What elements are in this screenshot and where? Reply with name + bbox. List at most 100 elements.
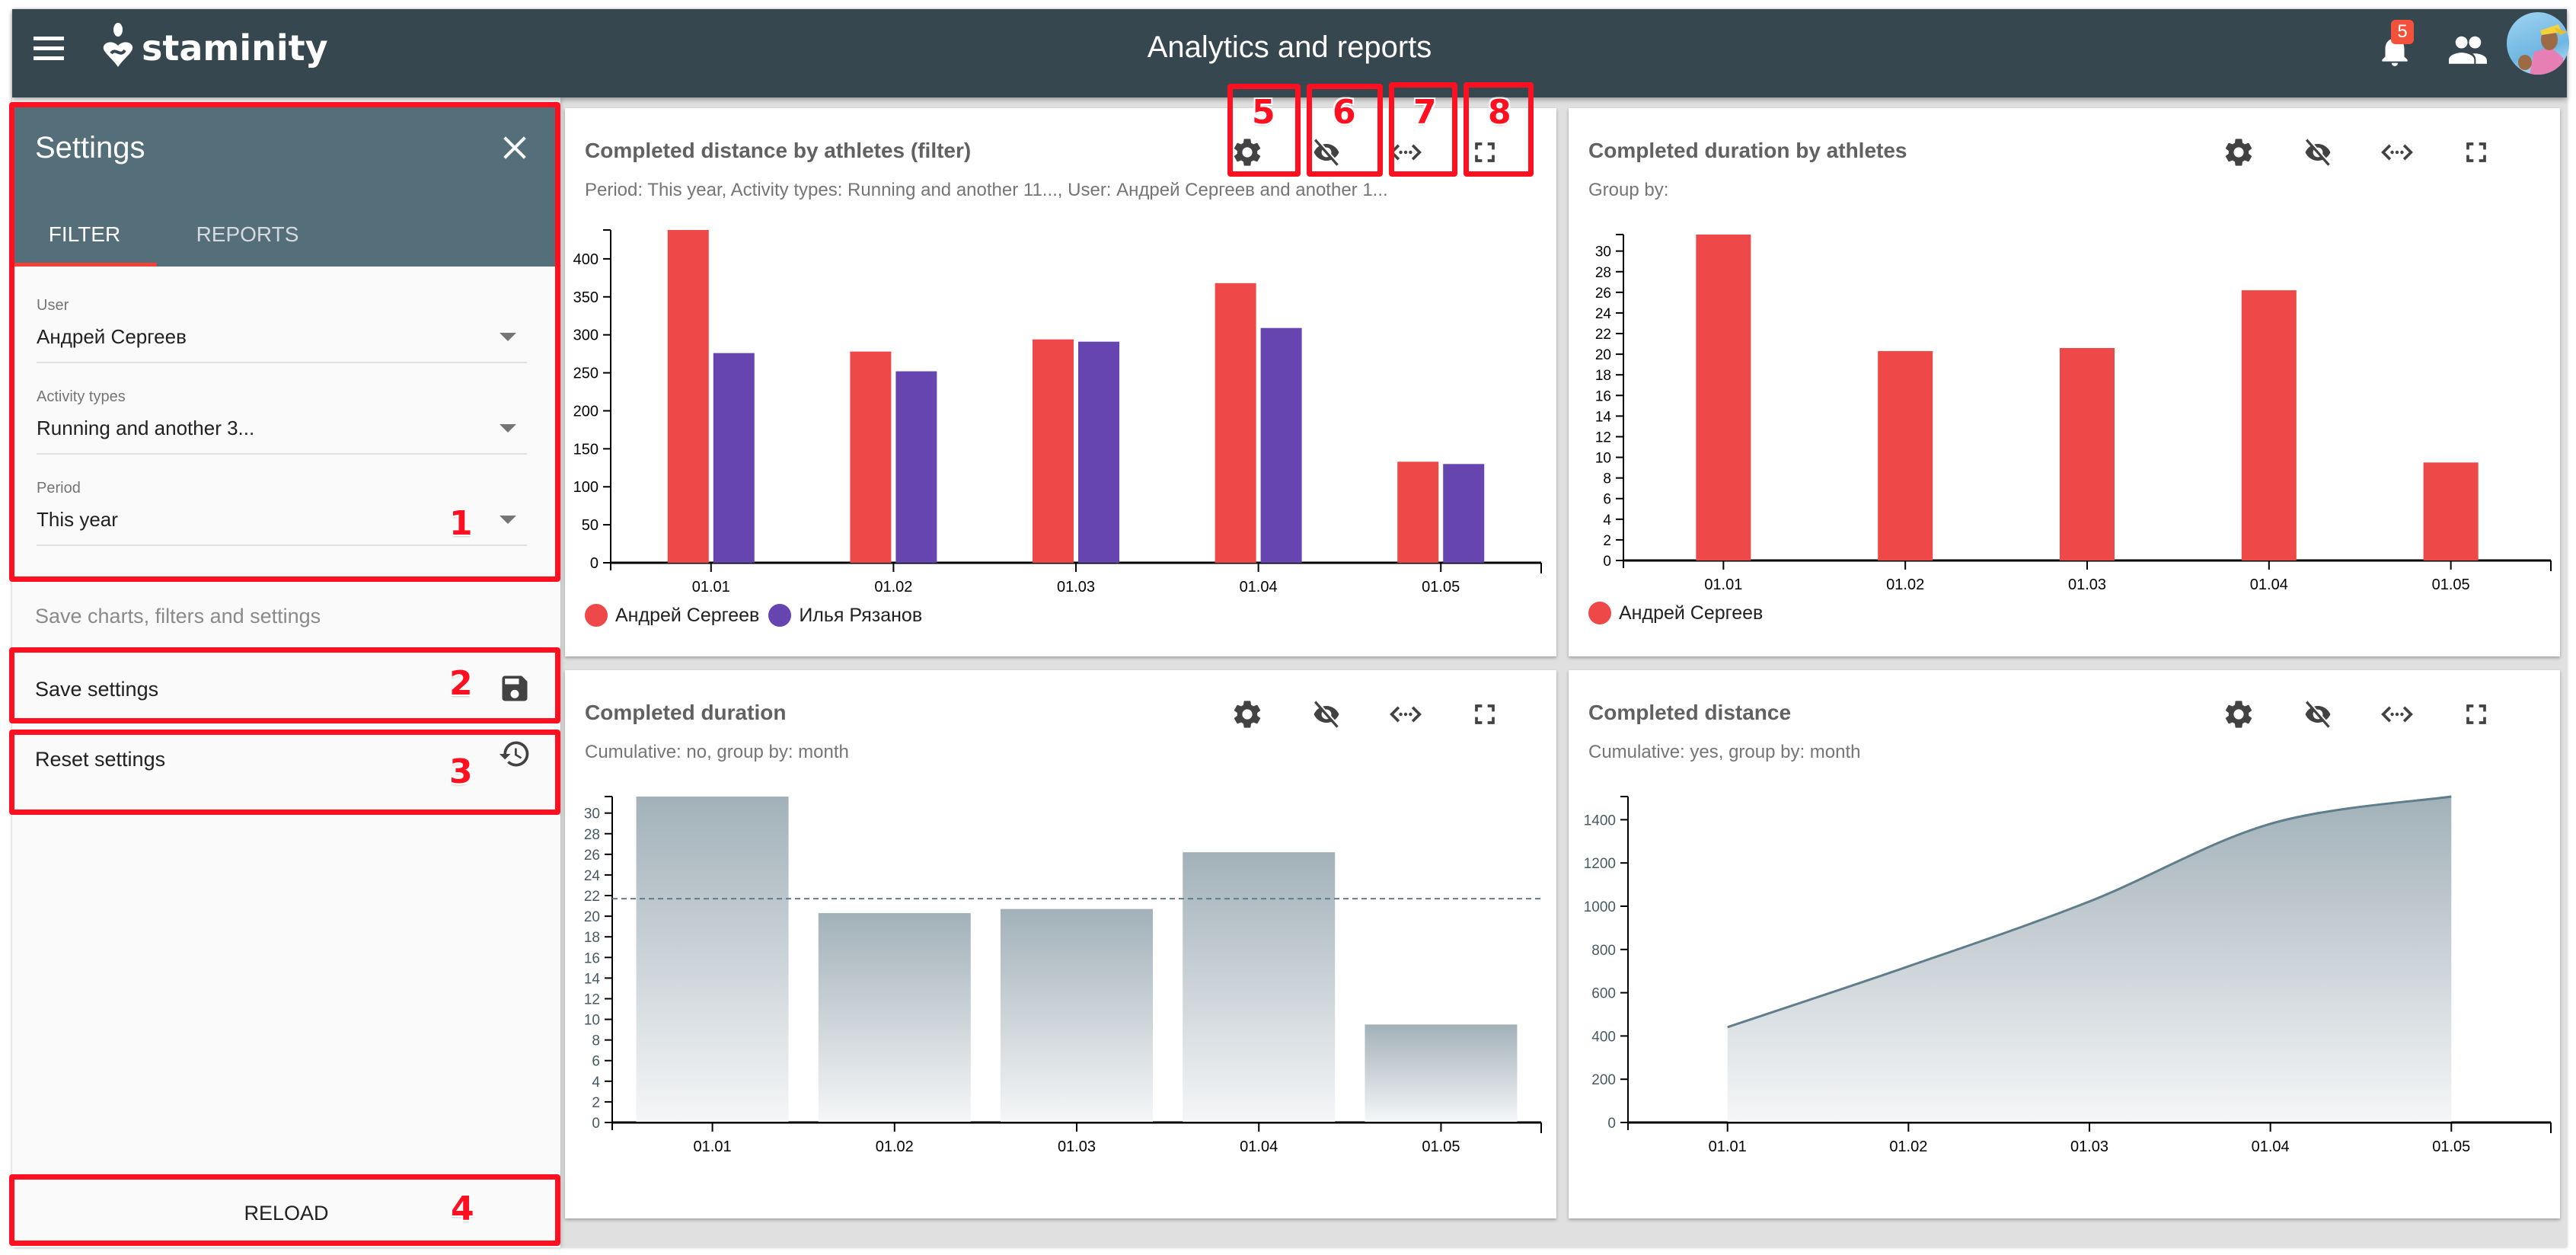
bar-01.01[interactable]: [636, 797, 789, 1122]
y-tick-label: 16: [584, 950, 600, 966]
y-tick-label: 24: [584, 868, 601, 884]
bar-01.05[interactable]: [1365, 1024, 1518, 1122]
bar-Андрей Сергеев-01.03[interactable]: [2060, 347, 2115, 560]
legend-item[interactable]: Андрей Сергеев: [1588, 602, 1763, 624]
bar-Илья Рязанов-01.05[interactable]: [1443, 464, 1485, 563]
y-tick-label: 26: [584, 848, 600, 864]
y-tick-label: 14: [1595, 409, 1612, 425]
bar-Андрей Сергеев-01.04[interactable]: [1215, 283, 1256, 563]
top-bar: staminity Analytics and reports 5: [12, 9, 2569, 97]
x-tick-label: 01.03: [2068, 576, 2106, 593]
page-title: Analytics and reports: [1147, 30, 1432, 64]
close-icon[interactable]: [500, 133, 530, 163]
bar-Андрей Сергеев-01.05[interactable]: [1397, 461, 1439, 563]
bar-Илья Рязанов-01.02[interactable]: [895, 371, 937, 563]
legend-item[interactable]: Андрей Сергеев: [585, 604, 759, 627]
x-tick-label: 01.01: [1709, 1138, 1747, 1155]
reload-button[interactable]: RELOAD: [12, 1179, 560, 1247]
y-tick-label: 28: [584, 827, 600, 843]
x-tick-label: 01.01: [694, 1138, 732, 1155]
save-icon: [502, 675, 528, 701]
y-tick-label: 10: [1595, 451, 1611, 467]
x-tick-label: 01.05: [1422, 579, 1460, 596]
annotation-label-4: 4: [451, 1190, 474, 1228]
y-tick-label: 12: [1595, 430, 1611, 445]
bar-Андрей Сергеев-01.02[interactable]: [1878, 351, 1933, 560]
chart-card-completed-distance: Completed distance Cumulative: yes, group…: [1569, 670, 2560, 1218]
avatar-image: [2518, 24, 2568, 75]
data-point-01.02[interactable]: [1905, 963, 1911, 969]
y-tick-label: 400: [573, 251, 599, 268]
activity-types-field: Activity types Running and another 3...: [37, 388, 527, 455]
x-tick-label: 01.02: [874, 579, 912, 596]
chart-card-completed-duration: Completed duration Cumulative: no, group …: [565, 670, 1556, 1218]
avatar[interactable]: [2507, 12, 2569, 75]
bar-Андрей Сергеев-01.02[interactable]: [850, 351, 892, 563]
y-tick-label: 0: [590, 555, 599, 572]
annotation-label-3: 3: [449, 752, 473, 791]
bar-01.04[interactable]: [1183, 852, 1336, 1122]
settings-panel: Settings FILTER REPORTS User Андрей Серг…: [12, 97, 560, 1247]
reset-settings-button[interactable]: Reset settings: [12, 730, 560, 806]
bar-Илья Рязанов-01.04[interactable]: [1260, 327, 1302, 563]
bar-Андрей Сергеев-01.05[interactable]: [2423, 462, 2479, 560]
y-tick-label: 20: [584, 909, 600, 925]
data-point-01.04[interactable]: [2268, 821, 2274, 827]
bar-Андрей Сергеев-01.04[interactable]: [2241, 290, 2297, 560]
legend-item[interactable]: Илья Рязанов: [768, 604, 922, 627]
history-icon: [499, 741, 529, 767]
bar-Илья Рязанов-01.01[interactable]: [713, 353, 755, 563]
x-tick-label: 01.04: [2250, 576, 2288, 593]
y-tick-label: 22: [584, 889, 600, 905]
x-tick-label: 01.03: [2070, 1138, 2108, 1155]
tab-reports[interactable]: REPORTS: [175, 203, 320, 267]
y-tick-label: 2: [1603, 533, 1611, 549]
tab-filter[interactable]: FILTER: [12, 203, 157, 267]
y-tick-label: 20: [1595, 347, 1611, 363]
y-tick-label: 4: [1603, 513, 1611, 529]
bar-Андрей Сергеев-01.01[interactable]: [667, 230, 709, 563]
chart-card-duration-by-athletes: Completed duration by athletes Group by: 0…: [1569, 108, 2560, 656]
x-tick-label: 01.02: [1889, 1138, 1927, 1155]
bar-Андрей Сергеев-01.01[interactable]: [1696, 235, 1751, 560]
annotation-label-6: 6: [1333, 93, 1356, 132]
save-settings-button[interactable]: Save settings: [12, 655, 560, 723]
x-tick-label: 01.02: [1886, 576, 1924, 593]
annotation-label-1: 1: [449, 504, 473, 543]
period-label: Period: [37, 480, 81, 497]
y-tick-label: 6: [1603, 492, 1611, 508]
y-tick-label: 14: [584, 971, 601, 987]
y-tick-label: 600: [1591, 986, 1616, 1002]
x-tick-label: 01.04: [1240, 579, 1278, 596]
annotation-label-5: 5: [1252, 93, 1275, 132]
y-tick-label: 800: [1591, 943, 1616, 959]
activity-types-select[interactable]: Running and another 3...: [37, 417, 527, 455]
chart-legend: Андрей Сергеев Илья Рязанов: [585, 604, 931, 627]
y-tick-label: 0: [1607, 1116, 1616, 1132]
user-select[interactable]: Андрей Сергеев: [37, 325, 527, 363]
data-point-01.05[interactable]: [2448, 794, 2454, 800]
legend-swatch: [585, 604, 608, 627]
bar-01.03[interactable]: [1001, 909, 1153, 1122]
y-tick-label: 8: [592, 1033, 600, 1049]
bar-01.02[interactable]: [818, 913, 971, 1122]
data-point-01.03[interactable]: [2086, 899, 2092, 905]
chevron-down-icon: [500, 424, 516, 433]
y-tick-label: 100: [573, 479, 599, 496]
chart-plot: 0 200 400 600 800 1000 1200 1400 01.01 01.02 01.03…: [1584, 794, 2552, 1155]
y-tick-label: 300: [573, 327, 599, 344]
legend-swatch: [1588, 602, 1611, 624]
y-tick-label: 250: [573, 366, 599, 382]
y-tick-label: 10: [584, 1013, 600, 1029]
y-tick-label: 22: [1595, 327, 1611, 343]
y-tick-label: 18: [1595, 368, 1611, 384]
bar-Андрей Сергеев-01.03[interactable]: [1033, 339, 1074, 563]
legend-label: Илья Рязанов: [799, 604, 923, 626]
data-point-01.01[interactable]: [1725, 1024, 1731, 1030]
people-icon[interactable]: [2449, 35, 2487, 64]
x-tick-label: 01.04: [2252, 1138, 2290, 1155]
annotation-label-8: 8: [1488, 93, 1511, 132]
bar-Илья Рязанов-01.03[interactable]: [1078, 341, 1119, 563]
reset-settings-label: Reset settings: [35, 748, 166, 771]
annotation-label-7: 7: [1413, 93, 1437, 132]
